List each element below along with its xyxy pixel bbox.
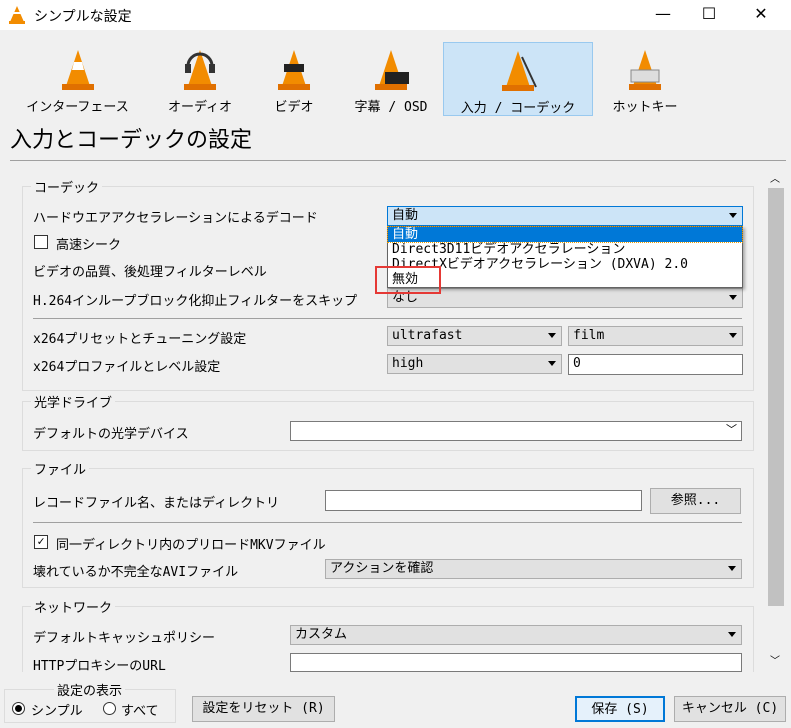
tab-subtitles-osd[interactable]: 字幕 / OSD <box>342 42 440 116</box>
mkv-preload-checkbox[interactable]: ✓ <box>34 535 48 549</box>
x264-preset-select[interactable]: ultrafast <box>387 326 562 346</box>
hotkeys-cone-icon <box>629 50 661 90</box>
reset-button[interactable]: 設定をリセット (R) <box>192 696 335 722</box>
avi-select[interactable]: アクションを確認 <box>325 559 742 579</box>
headphones-cone-icon <box>184 50 216 90</box>
chevron-down-icon <box>548 361 556 366</box>
fast-seek-checkbox[interactable] <box>34 235 48 249</box>
record-path-label: レコードファイル名、またはディレクトリ <box>33 496 280 511</box>
x264-tune-select[interactable]: film <box>568 326 743 346</box>
scroll-up-icon[interactable]: ︿ <box>770 170 780 185</box>
record-path-input[interactable] <box>325 490 642 511</box>
minimize-button[interactable]: — <box>640 0 686 30</box>
x264-level-input[interactable]: 0 <box>568 354 743 375</box>
file-group-title: ファイル <box>31 459 90 478</box>
avi-label: 壊れているか不完全なAVIファイル <box>33 565 239 580</box>
subtitles-cone-icon <box>375 50 409 90</box>
tab-input-codec[interactable]: 入力 / コーデック <box>443 42 593 116</box>
page-title: 入力とコーデックの設定 <box>10 128 253 153</box>
x264-preset-label: x264プリセットとチューニング設定 <box>33 332 247 347</box>
chevron-down-icon <box>729 295 737 300</box>
hw-decoding-label: ハードウエアアクセラレーションによるデコード <box>33 211 318 226</box>
tab-video[interactable]: ビデオ <box>258 42 330 116</box>
optical-group-title: 光学ドライブ <box>31 392 116 411</box>
dropdown-option[interactable]: 自動 <box>387 226 743 243</box>
divider <box>33 318 742 319</box>
highlight-box <box>375 266 441 294</box>
network-group-title: ネットワーク <box>31 597 116 616</box>
simple-label: シンプル <box>31 704 83 719</box>
scrollbar-thumb[interactable] <box>768 188 784 606</box>
cancel-button[interactable]: キャンセル (C) <box>674 696 786 722</box>
x264-profile-select[interactable]: high <box>387 354 562 374</box>
optical-device-label: デフォルトの光学デバイス <box>33 427 189 442</box>
mkv-preload-label: 同一ディレクトリ内のプリロードMKVファイル <box>56 538 326 553</box>
simple-radio[interactable] <box>12 702 25 715</box>
browse-button[interactable]: 参照... <box>650 488 741 514</box>
all-radio[interactable] <box>103 702 116 715</box>
x264-profile-label: x264プロファイルとレベル設定 <box>33 360 221 375</box>
chevron-down-icon <box>728 566 736 571</box>
divider <box>33 522 742 523</box>
chevron-down-icon <box>729 213 737 218</box>
chevron-down-icon <box>548 333 556 338</box>
chevron-down-icon: ﹀ <box>726 423 737 436</box>
chevron-down-icon <box>728 632 736 637</box>
vlc-cone-icon <box>61 50 94 90</box>
input-codec-cone-icon <box>502 51 537 91</box>
tab-audio[interactable]: オーディオ <box>155 42 245 116</box>
chevron-down-icon <box>729 333 737 338</box>
optical-device-select[interactable]: ﹀ <box>290 421 742 441</box>
tab-interface[interactable]: インターフェース <box>10 42 145 116</box>
dropdown-option[interactable]: 無効 <box>388 272 742 287</box>
cache-policy-label: デフォルトキャッシュポリシー <box>33 631 216 646</box>
save-button[interactable]: 保存 (S) <box>575 696 665 722</box>
display-mode-title: 設定の表示 <box>54 680 126 699</box>
all-label: すべて <box>121 704 159 719</box>
video-cone-icon <box>278 50 310 90</box>
dropdown-option[interactable]: DirectXビデオアクセラレーション (DXVA) 2.0 <box>388 257 742 272</box>
divider <box>10 160 786 161</box>
scroll-down-icon[interactable]: ﹀ <box>770 652 780 667</box>
codec-group-title: コーデック <box>31 177 103 196</box>
close-button[interactable]: ✕ <box>738 0 784 30</box>
vlc-logo-icon <box>9 6 25 24</box>
window-title: シンプルな設定 <box>34 9 132 25</box>
tab-hotkeys[interactable]: ホットキー <box>600 42 690 116</box>
h264-skip-label: H.264インループブロック化抑止フィルターをスキップ <box>33 294 358 309</box>
dropdown-option[interactable]: Direct3D11ビデオアクセラレーション <box>388 242 742 257</box>
checkmark-icon: ✓ <box>37 534 45 548</box>
postprocess-label: ビデオの品質、後処理フィルターレベル <box>33 265 267 280</box>
fast-seek-label: 高速シーク <box>56 238 122 253</box>
hw-decoding-select[interactable]: 自動 <box>387 206 743 226</box>
cache-policy-select[interactable]: カスタム <box>290 625 742 645</box>
proxy-url-input[interactable] <box>290 653 742 672</box>
maximize-button[interactable]: ☐ <box>686 0 732 30</box>
radio-dot-icon <box>15 705 22 712</box>
